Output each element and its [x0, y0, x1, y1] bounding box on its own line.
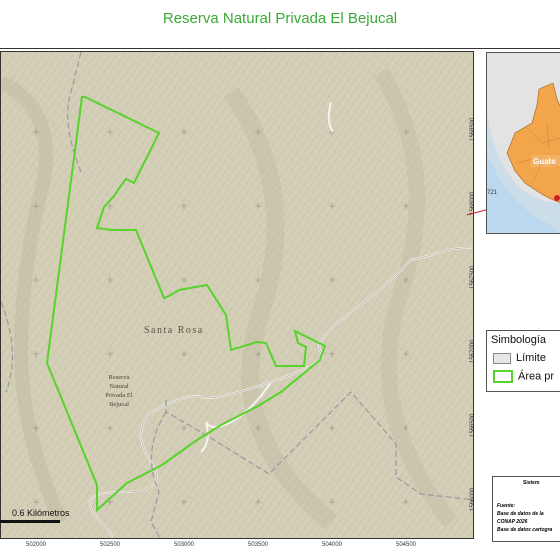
- easting-label: 502000: [26, 542, 47, 548]
- easting-label: 504000: [322, 542, 343, 548]
- northing-label: 1566000: [470, 487, 476, 511]
- legend-swatch-limit: [493, 352, 511, 364]
- scale-bar: [0, 520, 60, 523]
- easting-label: 503500: [248, 542, 269, 548]
- reserve-label-line: Privada El: [105, 392, 133, 399]
- map-frame[interactable]: [0, 51, 474, 539]
- terrain-map: [1, 52, 473, 538]
- inset-location-marker: [554, 195, 560, 201]
- reserve-label: Reserva Natural Privada El Bejucal: [96, 373, 142, 409]
- inset-country-label: Guate: [533, 157, 556, 166]
- inset-marker-label: 721: [487, 190, 498, 196]
- locator-map: Guate 721: [487, 53, 560, 233]
- legend-label: Área pr: [518, 370, 555, 383]
- info-line: Fuente:: [497, 503, 516, 509]
- reserve-label-line: Bejucal: [109, 401, 129, 408]
- easting-label: 502500: [100, 542, 121, 548]
- legend-title: Simbología: [491, 334, 547, 346]
- place-label-santa-rosa: Santa Rosa: [144, 325, 204, 336]
- info-title: Sistem: [523, 480, 540, 486]
- easting-label: 504500: [396, 542, 417, 548]
- legend: Simbología Límite Área pr: [486, 330, 560, 392]
- scale-label: 0.6 Kilómetros: [12, 508, 70, 518]
- map-title: Reserva Natural Privada El Bejucal: [162, 10, 398, 27]
- northing-label: 1568000: [470, 191, 476, 215]
- northing-label: 1568500: [470, 117, 476, 141]
- easting-label: 503000: [174, 542, 195, 548]
- legend-label: Límite: [516, 352, 546, 364]
- info-line: Base de datos de la: [497, 511, 544, 517]
- northing-label: 1567500: [470, 265, 476, 289]
- locator-inset-map[interactable]: Guate 721: [486, 52, 560, 234]
- legend-item-limit: Límite: [493, 352, 546, 364]
- info-line: Base de datos cartogra: [497, 527, 553, 533]
- source-info-box: Sistem Fuente: Base de datos de la CONAP…: [492, 476, 560, 542]
- northing-label: 1566500: [470, 413, 476, 437]
- legend-swatch-area: [493, 370, 513, 383]
- reserve-label-line: Natural: [109, 383, 129, 390]
- legend-item-area: Área pr: [493, 370, 554, 383]
- northing-label: 1567000: [470, 339, 476, 363]
- title-divider: [0, 48, 560, 49]
- info-line: CONAP 2026: [497, 519, 528, 525]
- reserve-label-line: Reserva: [108, 374, 130, 381]
